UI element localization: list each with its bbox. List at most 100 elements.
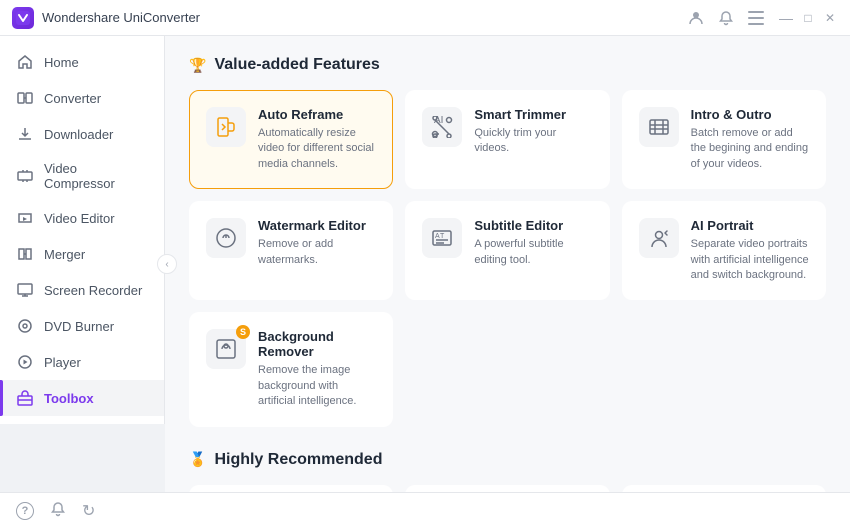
svg-text:T: T — [440, 233, 445, 240]
sidebar-label-dvd-burner: DVD Burner — [44, 319, 114, 334]
sidebar-item-downloader[interactable]: Downloader — [0, 116, 164, 152]
video-editor-icon — [16, 209, 34, 227]
intro-outro-desc: Batch remove or add the begining and end… — [691, 126, 809, 172]
sidebar-item-merger[interactable]: Merger — [0, 236, 164, 272]
svg-text:AI: AI — [434, 116, 443, 126]
background-remover-title: Background Remover — [258, 329, 376, 359]
ai-portrait-title: AI Portrait — [691, 218, 809, 233]
downloader-icon — [16, 125, 34, 143]
sidebar-item-video-editor[interactable]: Video Editor — [0, 200, 164, 236]
dvd-burner-icon — [16, 317, 34, 335]
watermark-editor-icon — [206, 218, 246, 258]
smart-trimmer-icon: AI — [422, 107, 462, 147]
highly-recommended-grid: Image Converter Convert images to other … — [189, 485, 826, 492]
screen-recorder-icon — [16, 281, 34, 299]
user-icon[interactable] — [688, 10, 704, 26]
sidebar-item-toolbox[interactable]: Toolbox — [0, 380, 164, 416]
auto-reframe-body: Auto Reframe Automatically resize video … — [258, 107, 376, 172]
refresh-bottom-icon[interactable]: ↻ — [82, 501, 95, 521]
sidebar-label-video-editor: Video Editor — [44, 211, 115, 226]
feature-gif-maker[interactable]: GIF GIF Maker Make GIF from videos or pi… — [405, 485, 609, 492]
value-added-grid: Auto Reframe Automatically resize video … — [189, 90, 826, 427]
subtitle-editor-desc: A powerful subtitle editing tool. — [474, 237, 592, 268]
value-added-title: Value-added Features — [214, 56, 379, 74]
main-layout: Home Converter Downloader Video Compress… — [0, 36, 850, 492]
watermark-editor-desc: Remove or add watermarks. — [258, 237, 376, 268]
sidebar-item-converter[interactable]: Converter — [0, 80, 164, 116]
sidebar-label-downloader: Downloader — [44, 127, 113, 142]
player-icon — [16, 353, 34, 371]
sidebar-wrapper: Home Converter Downloader Video Compress… — [0, 36, 165, 492]
feature-intro-outro[interactable]: Intro & Outro Batch remove or add the be… — [622, 90, 826, 189]
sidebar-item-screen-recorder[interactable]: Screen Recorder — [0, 272, 164, 308]
sidebar-item-dvd-burner[interactable]: DVD Burner — [0, 308, 164, 344]
feature-image-converter[interactable]: Image Converter Convert images to other … — [189, 485, 393, 492]
sidebar-label-merger: Merger — [44, 247, 85, 262]
menu-icon[interactable] — [748, 10, 764, 26]
sidebar-label-screen-recorder: Screen Recorder — [44, 283, 142, 298]
highly-recommended-header: 🏅 Highly Recommended — [189, 451, 826, 469]
app-logo — [12, 7, 34, 29]
titlebar-controls: — □ ✕ — [688, 10, 838, 26]
sidebar-label-converter: Converter — [44, 91, 101, 106]
ai-portrait-icon — [639, 218, 679, 258]
intro-outro-body: Intro & Outro Batch remove or add the be… — [691, 107, 809, 172]
value-added-icon: 🏆 — [189, 57, 206, 74]
sidebar-item-player[interactable]: Player — [0, 344, 164, 380]
sidebar: Home Converter Downloader Video Compress… — [0, 36, 165, 424]
minimize-button[interactable]: — — [778, 10, 794, 26]
sidebar-label-home: Home — [44, 55, 79, 70]
feature-smart-trimmer[interactable]: AI Smart Trimmer Quickly trim your video… — [405, 90, 609, 189]
video-compressor-icon — [16, 167, 34, 185]
smart-trimmer-desc: Quickly trim your videos. — [474, 126, 592, 157]
converter-icon — [16, 89, 34, 107]
notification-bottom-icon[interactable] — [50, 501, 66, 520]
feature-watermark-editor[interactable]: Watermark Editor Remove or add watermark… — [189, 201, 393, 300]
ai-portrait-desc: Separate video portraits with artificial… — [691, 237, 809, 283]
notification-icon[interactable] — [718, 10, 734, 26]
close-button[interactable]: ✕ — [822, 10, 838, 26]
subtitle-editor-body: Subtitle Editor A powerful subtitle edit… — [474, 218, 592, 268]
subtitle-editor-icon: A T — [422, 218, 462, 258]
titlebar-left: Wondershare UniConverter — [12, 7, 200, 29]
watermark-editor-title: Watermark Editor — [258, 218, 376, 233]
feature-auto-reframe[interactable]: Auto Reframe Automatically resize video … — [189, 90, 393, 189]
content-area: 🏆 Value-added Features Auto Reframe Auto… — [165, 36, 850, 492]
ai-portrait-body: AI Portrait Separate video portraits wit… — [691, 218, 809, 283]
window-buttons: — □ ✕ — [778, 10, 838, 26]
toolbox-icon — [16, 389, 34, 407]
app-title: Wondershare UniConverter — [42, 10, 200, 25]
background-remover-badge: S — [236, 325, 250, 339]
maximize-button[interactable]: □ — [800, 10, 816, 26]
smart-trimmer-title: Smart Trimmer — [474, 107, 592, 122]
intro-outro-icon — [639, 107, 679, 147]
feature-subtitle-editor[interactable]: A T Subtitle Editor A powerful subtitle … — [405, 201, 609, 300]
auto-reframe-title: Auto Reframe — [258, 107, 376, 122]
feature-ai-portrait[interactable]: AI Portrait Separate video portraits wit… — [622, 201, 826, 300]
sidebar-label-video-compressor: Video Compressor — [44, 161, 148, 191]
merger-icon — [16, 245, 34, 263]
value-added-header: 🏆 Value-added Features — [189, 56, 826, 74]
sidebar-label-toolbox: Toolbox — [44, 391, 94, 406]
subtitle-editor-title: Subtitle Editor — [474, 218, 592, 233]
feature-fix-media-metadata[interactable]: Fix Media Metadata Auto-fix and edit met… — [622, 485, 826, 492]
help-button[interactable]: ? — [16, 502, 34, 520]
auto-reframe-desc: Automatically resize video for different… — [258, 126, 376, 172]
sidebar-label-player: Player — [44, 355, 81, 370]
auto-reframe-icon — [206, 107, 246, 147]
smart-trimmer-body: Smart Trimmer Quickly trim your videos. — [474, 107, 592, 157]
background-remover-body: Background Remover Remove the image back… — [258, 329, 376, 409]
background-remover-icon: S — [206, 329, 246, 369]
sidebar-item-video-compressor[interactable]: Video Compressor — [0, 152, 164, 200]
home-icon — [16, 53, 34, 71]
bottom-bar: ? ↻ — [0, 492, 850, 528]
watermark-editor-body: Watermark Editor Remove or add watermark… — [258, 218, 376, 268]
sidebar-collapse-button[interactable]: ‹ — [157, 254, 177, 274]
titlebar: Wondershare UniConverter — □ ✕ — [0, 0, 850, 36]
highly-recommended-title: Highly Recommended — [214, 451, 382, 469]
intro-outro-title: Intro & Outro — [691, 107, 809, 122]
highly-recommended-icon: 🏅 — [189, 451, 206, 468]
background-remover-desc: Remove the image background with artific… — [258, 363, 376, 409]
sidebar-item-home[interactable]: Home — [0, 44, 164, 80]
feature-background-remover[interactable]: S Background Remover Remove the image ba… — [189, 312, 393, 426]
